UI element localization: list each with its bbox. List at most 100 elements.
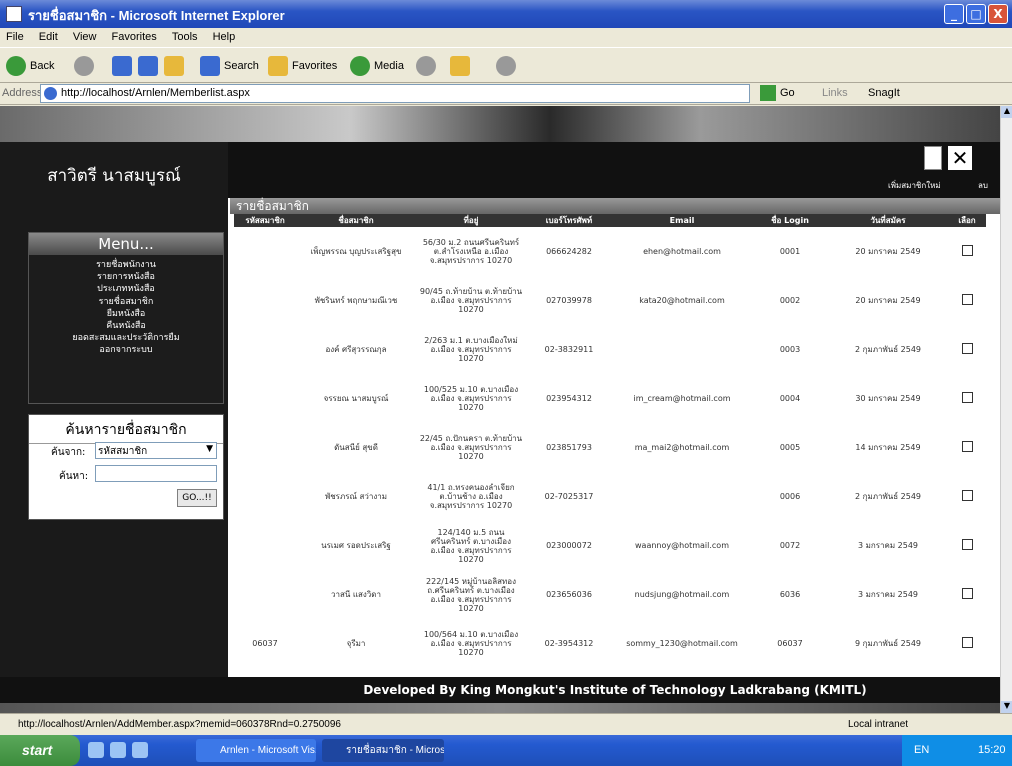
- task-visual-studio[interactable]: Arnlen - Microsoft Vis...: [196, 739, 316, 762]
- row-select-checkbox[interactable]: [961, 343, 973, 354]
- close-button[interactable]: X: [988, 4, 1008, 24]
- maximize-button[interactable]: □: [966, 4, 986, 24]
- delete-label[interactable]: ลบ: [978, 179, 988, 192]
- ie-icon[interactable]: [110, 742, 126, 758]
- refresh-button[interactable]: [138, 56, 162, 76]
- menu-link-book-types[interactable]: ประเภทหนังสือ: [29, 283, 223, 295]
- start-button[interactable]: start: [0, 735, 80, 766]
- select-cell: [948, 325, 986, 374]
- web-page: สาวิตรี นาสมบูรณ์ Menu... รายชื่อพนักงาน…: [0, 106, 1000, 713]
- menu-favorites[interactable]: Favorites: [106, 28, 163, 43]
- keyword-input[interactable]: [95, 465, 217, 482]
- back-button[interactable]: Back: [6, 56, 54, 76]
- page-footer: Developed By King Mongkut's Institute of…: [230, 677, 1000, 703]
- member-id-cell[interactable]: [234, 570, 296, 619]
- table-row[interactable]: 06037 จุรีมา 100/564 ม.10 ต.บางเมือง อ.เมื…: [234, 619, 986, 668]
- table-row[interactable]: วาสนี แสงวิดา 222/145 หมู่บ้านอลิสทอง ถ.ศ…: [234, 570, 986, 619]
- member-date-cell: 14 มกราคม 2549: [855, 443, 921, 452]
- member-date-cell: 3 มกราคม 2549: [857, 541, 919, 550]
- menu-link-return[interactable]: คืนหนังสือ: [29, 320, 223, 332]
- member-id-cell[interactable]: [234, 423, 296, 472]
- row-select-checkbox[interactable]: [961, 294, 973, 305]
- col-member-name: ชื่อสมาชิก: [296, 214, 416, 227]
- menu-link-history[interactable]: ยอดสะสมและประวัติการยืม: [29, 332, 223, 344]
- menu-link-books[interactable]: รายการหนังสือ: [29, 271, 223, 283]
- member-phone-cell: 02-7025317: [544, 492, 594, 501]
- menu-link-members[interactable]: รายชื่อสมาชิก: [29, 296, 223, 308]
- menu-file[interactable]: File: [0, 28, 30, 43]
- menu-view[interactable]: View: [67, 28, 103, 43]
- scroll-up-icon[interactable]: ▲: [1001, 106, 1012, 118]
- col-member-id: รหัสสมาชิก: [234, 214, 296, 227]
- snagit-button[interactable]: SnagIt: [868, 87, 900, 99]
- member-id-cell[interactable]: 06037: [234, 619, 296, 668]
- links-label[interactable]: Links: [822, 87, 848, 99]
- table-row[interactable]: องค์ ศรีสุวรรณกุล 2/263 ม.1 ต.บางเมืองใหม…: [234, 325, 986, 374]
- member-id-cell[interactable]: [234, 276, 296, 325]
- member-id-cell[interactable]: [234, 521, 296, 570]
- address-input[interactable]: http://localhost/Arnlen/Memberlist.aspx: [40, 84, 750, 103]
- member-name-cell: จรรยณ นาสมบูรณ์: [323, 394, 389, 403]
- row-select-checkbox[interactable]: [961, 539, 973, 550]
- table-row[interactable]: นรเมศ รอดประเสริฐ 124/140 ม.5 ถนนศรีนคริน…: [234, 521, 986, 570]
- member-name-cell: วาสนี แสงวิดา: [330, 590, 381, 599]
- scroll-down-icon[interactable]: ▼: [1001, 701, 1012, 713]
- new-document-icon[interactable]: [924, 146, 942, 170]
- member-id-cell[interactable]: [234, 227, 296, 276]
- minimize-button[interactable]: _: [944, 4, 964, 24]
- star-icon: [268, 56, 288, 76]
- history-button[interactable]: [416, 56, 440, 76]
- language-indicator[interactable]: EN: [914, 735, 929, 766]
- select-cell: [948, 227, 986, 276]
- menu-edit[interactable]: Edit: [33, 28, 64, 43]
- quick-launch: [88, 742, 178, 760]
- row-select-checkbox[interactable]: [961, 637, 973, 648]
- menu-link-staff[interactable]: รายชื่อพนักงาน: [29, 259, 223, 271]
- member-name-cell: พัชรภรณ์ สว่างาม: [324, 492, 388, 501]
- row-select-checkbox[interactable]: [961, 588, 973, 599]
- menu-link-borrow[interactable]: ยืมหนังสือ: [29, 308, 223, 320]
- vertical-scrollbar[interactable]: ▲ ▼: [1000, 106, 1012, 713]
- search-title: ค้นหารายชื่อสมาชิก: [29, 419, 223, 444]
- menu-help[interactable]: Help: [207, 28, 242, 43]
- media-player-icon[interactable]: [132, 742, 148, 758]
- print-button[interactable]: [496, 56, 520, 76]
- keyword-label: ค้นหา:: [59, 471, 89, 482]
- desktop-icon[interactable]: [88, 742, 104, 758]
- member-search-box: ค้นหารายชื่อสมาชิก ค้นจาก: รหัสสมาชิก ▼ …: [28, 414, 224, 520]
- member-id-cell[interactable]: [234, 472, 296, 521]
- home-button[interactable]: [164, 56, 188, 76]
- zone-label: Local intranet: [848, 719, 909, 730]
- menu-link-logout[interactable]: ออกจากระบบ: [29, 344, 223, 356]
- member-name-cell: นรเมศ รอดประเสริฐ: [321, 541, 391, 550]
- table-row[interactable]: จรรยณ นาสมบูรณ์ 100/525 ม.10 ต.บางเมือง อ…: [234, 374, 986, 423]
- member-id-cell[interactable]: [234, 374, 296, 423]
- table-row[interactable]: พัชรภรณ์ สว่างาม 41/1 ถ.ทรงคนองลำเจียก ต.…: [234, 472, 986, 521]
- media-button[interactable]: Media: [350, 56, 404, 76]
- go-button[interactable]: Go: [760, 85, 795, 101]
- page-bottom-strip: [0, 703, 1000, 713]
- search-button[interactable]: Search: [200, 56, 259, 76]
- table-row[interactable]: ดันสนีย์ สุขดี 22/45 ถ.ปักนครา ต.ท้ายบ้าน…: [234, 423, 986, 472]
- refresh-icon: [138, 56, 158, 76]
- new-member-label[interactable]: เพิ่มสมาชิกใหม่: [888, 179, 941, 192]
- member-list-panel: รายชื่อสมาชิก รหัสสมาชิก ชื่อสมาชิก ที่อ…: [230, 198, 1000, 677]
- mail-button[interactable]: [450, 56, 474, 76]
- member-phone-cell: 023954312: [546, 394, 592, 403]
- row-select-checkbox[interactable]: [961, 490, 973, 501]
- member-date-cell: 20 มกราคม 2549: [855, 247, 921, 256]
- row-select-checkbox[interactable]: [961, 441, 973, 452]
- table-row[interactable]: เพ็ญพรรณ บุญประเสริฐสุข 56/30 ม.2 ถนนศรีน…: [234, 227, 986, 276]
- task-ie-members[interactable]: รายชื่อสมาชิก - Micros...: [322, 739, 444, 762]
- stop-button[interactable]: [112, 56, 136, 76]
- favorites-button[interactable]: Favorites: [268, 56, 337, 76]
- menu-tools[interactable]: Tools: [166, 28, 204, 43]
- search-go-button[interactable]: GO...!!: [177, 489, 217, 507]
- search-by-select[interactable]: รหัสสมาชิก ▼: [95, 442, 217, 459]
- row-select-checkbox[interactable]: [961, 392, 973, 403]
- delete-icon[interactable]: ✕: [948, 146, 972, 170]
- row-select-checkbox[interactable]: [961, 245, 973, 256]
- forward-button[interactable]: [74, 56, 98, 76]
- table-row[interactable]: พัชรินทร์ พฤกษามณีเวช 90/45 ถ.ท้ายบ้าน ต.…: [234, 276, 986, 325]
- member-id-cell[interactable]: [234, 325, 296, 374]
